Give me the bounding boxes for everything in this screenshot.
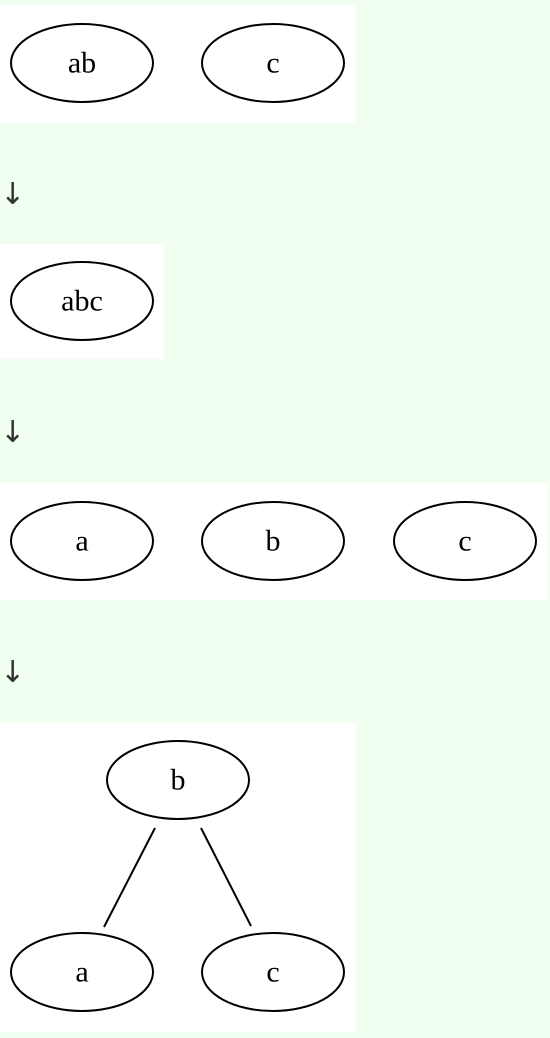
node-c-label: c xyxy=(266,956,279,989)
step3-graph: a b c xyxy=(10,501,537,581)
node-c-label: c xyxy=(458,525,471,558)
node-ab-label: ab xyxy=(68,47,96,80)
node-c: c xyxy=(201,23,345,103)
step4-graph: b a c xyxy=(10,740,345,1012)
node-c: c xyxy=(201,932,345,1012)
edge-b-c xyxy=(200,827,252,927)
step2-graph: abc xyxy=(10,261,154,341)
step2-panel: abc xyxy=(0,244,164,359)
node-b: b xyxy=(106,740,250,820)
step4-panel: b a c xyxy=(0,722,356,1032)
node-a-label: a xyxy=(75,525,88,558)
edge-b-a xyxy=(103,827,156,928)
step1-graph: ab c xyxy=(10,23,345,103)
node-a: a xyxy=(10,932,154,1012)
node-a: a xyxy=(10,501,154,581)
down-arrow-1: ↓ xyxy=(0,177,26,212)
node-abc: abc xyxy=(10,261,154,341)
node-c-label: c xyxy=(266,47,279,80)
step1-panel: ab c xyxy=(0,5,356,123)
node-b-label: b xyxy=(266,525,281,558)
step3-panel: a b c xyxy=(0,483,548,600)
down-arrow-3: ↓ xyxy=(0,655,26,690)
node-abc-label: abc xyxy=(61,285,103,318)
down-arrow-2: ↓ xyxy=(0,415,26,450)
node-b-label: b xyxy=(171,764,186,797)
node-c: c xyxy=(393,501,537,581)
node-a-label: a xyxy=(75,956,88,989)
node-ab: ab xyxy=(10,23,154,103)
node-b: b xyxy=(201,501,345,581)
